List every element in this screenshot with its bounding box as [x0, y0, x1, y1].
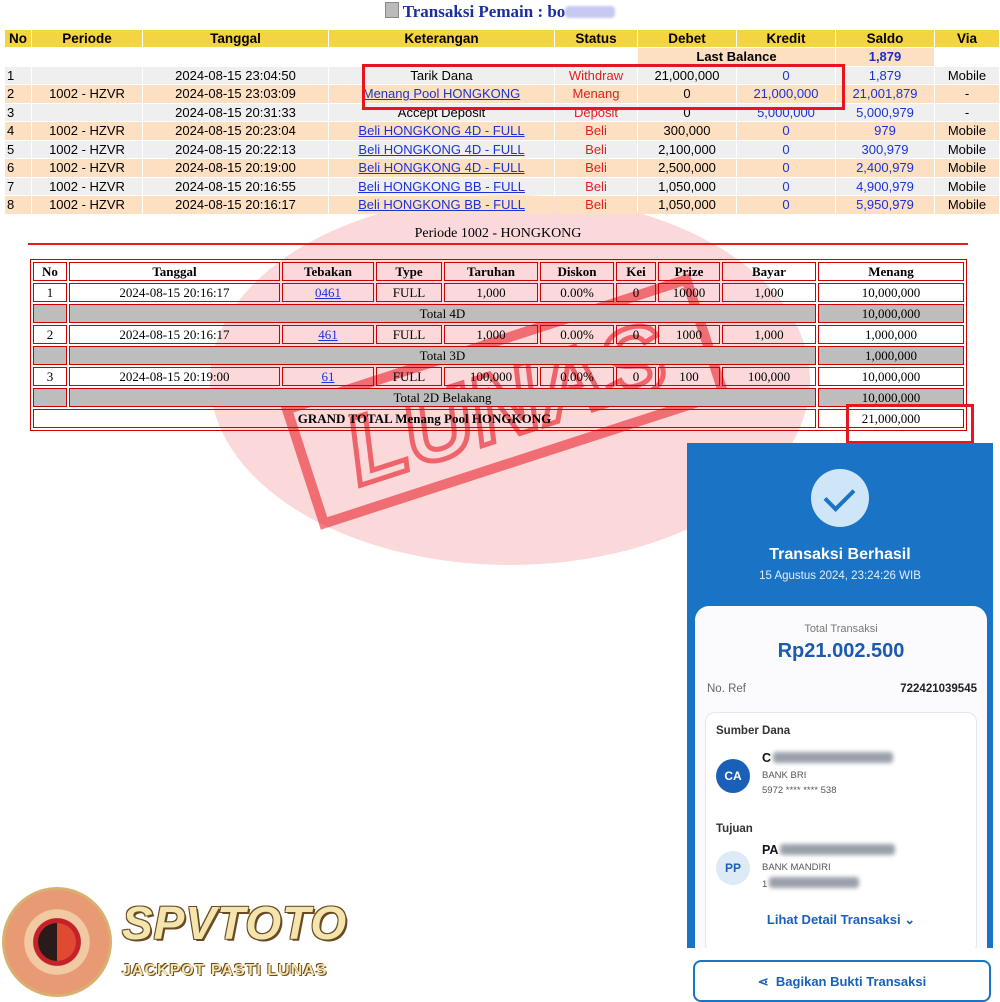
source-label: Sumber Dana [716, 725, 791, 737]
source-account: 5972 **** **** 538 [762, 785, 837, 796]
source-name: C [762, 751, 894, 765]
table-row: 8 1002 - HZVR 2024-08-15 20:16:17 Beli H… [5, 196, 999, 214]
total-value: Rp21.002.500 [777, 640, 905, 662]
divider [28, 243, 968, 245]
blurred-username [565, 6, 616, 18]
brand-tagline: JACKPOT PASTI LUNAS [122, 962, 328, 979]
document-icon [384, 2, 399, 18]
last-balance-label: Last Balance [638, 48, 835, 66]
beli-bet-link[interactable]: Beli HONGKONG 4D - FULL [358, 123, 524, 138]
bank-receipt: Transaksi Berhasil 15 Agustus 2024, 23:2… [687, 443, 993, 948]
dest-bank: BANK MANDIRI [762, 862, 831, 873]
highlight-box-withdraw [362, 64, 845, 110]
col-saldo: Saldo [836, 30, 934, 47]
beli-bet-link[interactable]: Beli HONGKONG 4D - FULL [358, 160, 524, 175]
highlight-box-grand-total [846, 404, 974, 444]
tebakan-link[interactable]: 461 [318, 327, 338, 342]
chevron-down-icon: ⌄ [904, 912, 916, 927]
page-title: Transaksi Pemain : bo [0, 2, 1000, 26]
col-periode: Periode [32, 30, 142, 47]
tebakan-link[interactable]: 61 [322, 369, 335, 384]
status-badge: Beli [555, 177, 637, 195]
avatar: PP [716, 851, 750, 885]
col-tanggal: Tanggal [143, 30, 328, 47]
check-icon [811, 469, 869, 527]
receipt-title: Transaksi Berhasil [769, 546, 911, 563]
status-badge: Beli [555, 140, 637, 158]
share-receipt-button[interactable]: ⋖ Bagikan Bukti Transaksi [693, 960, 991, 1002]
beli-bet-link[interactable]: Beli HONGKONG BB - FULL [358, 179, 525, 194]
total-row: Total 4D 10,000,000 [33, 304, 964, 323]
col-debet: Debet [638, 30, 736, 47]
view-detail-link[interactable]: Lihat Detail Transaksi ⌄ [695, 912, 987, 928]
bet-detail-table: No Tanggal Tebakan Type Taruhan Diskon K… [30, 259, 967, 431]
table-row: 2 2024-08-15 20:16:17 461 FULL 1,000 0.0… [33, 325, 964, 344]
avatar: CA [716, 759, 750, 793]
last-balance-row: Last Balance 1,879 [5, 48, 999, 66]
table-row: 3 2024-08-15 20:19:00 61 FULL 100,000 0.… [33, 367, 964, 386]
total-row: Total 2D Belakang 10,000,000 [33, 388, 964, 407]
total-label: Total Transaksi [804, 623, 878, 635]
dest-name: PA [762, 843, 896, 857]
status-badge: Beli [555, 196, 637, 214]
col-no: No [5, 30, 31, 47]
receipt-datetime: 15 Agustus 2024, 23:24:26 WIB [759, 570, 921, 582]
periode-title: Periode 1002 - HONGKONG [414, 226, 582, 241]
zodiac-wheel-icon [2, 887, 112, 997]
grand-total-row: GRAND TOTAL Menang Pool HONGKONG 21,000,… [33, 409, 964, 428]
dest-label: Tujuan [716, 823, 753, 835]
receipt-card: Total Transaksi Rp21.002.500 No. Ref 722… [695, 606, 987, 948]
transaction-table: No Periode Tanggal Keterangan Status Deb… [4, 29, 1000, 215]
col-status: Status [555, 30, 637, 47]
total-row: Total 3D 1,000,000 [33, 346, 964, 365]
detail-header-row: No Tanggal Tebakan Type Taruhan Diskon K… [33, 262, 964, 281]
table-row: 5 1002 - HZVR 2024-08-15 20:22:13 Beli H… [5, 140, 999, 158]
ref-value: 722421039545 [900, 683, 977, 695]
status-badge: Beli [555, 159, 637, 177]
tebakan-link[interactable]: 0461 [315, 285, 341, 300]
dest-account: 1 [762, 877, 860, 890]
brand-logo: SPVTOTO JACKPOT PASTI LUNAS [0, 882, 380, 1000]
last-balance-value: 1,879 [836, 48, 934, 66]
col-via: Via [935, 30, 999, 47]
table-row: 7 1002 - HZVR 2024-08-15 20:16:55 Beli H… [5, 177, 999, 195]
ref-label: No. Ref [707, 683, 746, 695]
beli-bet-link[interactable]: Beli HONGKONG BB - FULL [358, 197, 525, 212]
col-kredit: Kredit [737, 30, 835, 47]
source-bank: BANK BRI [762, 770, 807, 781]
brand-name: SPVTOTO [122, 897, 348, 949]
transaction-header-row: No Periode Tanggal Keterangan Status Deb… [5, 30, 999, 47]
table-row: 4 1002 - HZVR 2024-08-15 20:23:04 Beli H… [5, 122, 999, 140]
table-row: 6 1002 - HZVR 2024-08-15 20:19:00 Beli H… [5, 159, 999, 177]
col-keterangan: Keterangan [329, 30, 554, 47]
share-icon: ⋖ [757, 974, 769, 989]
status-badge: Beli [555, 122, 637, 140]
table-row: 1 2024-08-15 20:16:17 0461 FULL 1,000 0.… [33, 283, 964, 302]
beli-bet-link[interactable]: Beli HONGKONG 4D - FULL [358, 142, 524, 157]
